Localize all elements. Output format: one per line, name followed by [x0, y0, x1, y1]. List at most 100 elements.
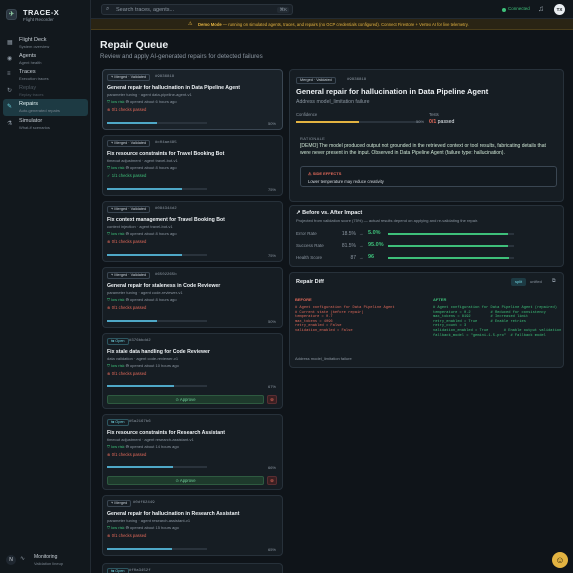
checks-label: 0/1 checks passed — [111, 107, 147, 112]
checks-status: ⊗ 0/1 checks passed — [107, 107, 146, 112]
assistant-fab-icon[interactable]: ☺ — [552, 552, 568, 568]
opened-time: opened about 8 hours ago — [129, 231, 177, 236]
sidebar-item-agents[interactable]: ◉ Agents Agent health — [3, 51, 88, 68]
impact-row: Success Rate 81.5% → 95.0% — [296, 242, 558, 250]
warning-icon: ⚠ — [188, 21, 193, 27]
status-badge: ⇆ Open — [107, 338, 129, 345]
brand-title: TRACE-X — [23, 8, 60, 17]
topbar: ⌕ Search traces, agents... ⌘K Connected … — [91, 0, 573, 19]
repair-info: ⛉ low risk ◷ opened about 14 hours ago — [107, 444, 179, 449]
status-badge-label: Merged — [114, 501, 128, 505]
collapse-icon[interactable]: N — [6, 555, 16, 565]
repair-card[interactable]: ⑂ Merged · Validated #6502265b General rep… — [102, 267, 283, 328]
split-toggle[interactable]: split — [511, 278, 526, 286]
brand[interactable]: ✈ TRACE-X Flight Recorder — [6, 7, 86, 23]
progress-bar — [107, 548, 207, 550]
repair-card[interactable]: ⑂ Merged · Validated #c04ae485 Fix resourc… — [102, 135, 283, 196]
checks-status: ⊗ 0/1 checks passed — [107, 239, 146, 244]
status-badge: ⑂ Merged · Validated — [107, 140, 151, 147]
checks-label: 0/1 checks passed — [111, 452, 147, 457]
approve-button[interactable]: ⊙ Approve — [107, 395, 264, 404]
repair-info: ⛉ low risk ◷ opened about 8 hours ago — [107, 165, 177, 170]
side-effects-label: ⚠ SIDE EFFECTS — [308, 171, 341, 176]
impact-row: Error Rate 18.5% → 5.0% — [296, 230, 558, 238]
repair-card[interactable]: ⇆ Open #f0a3452f — [102, 563, 283, 573]
sidebar-item-sub: System overview — [19, 44, 50, 49]
status-badge-label: Open — [115, 339, 125, 343]
plane-icon: ✈ — [6, 9, 17, 20]
banner-text: Demo Mode — running on simulated agents,… — [198, 22, 469, 27]
repair-id: #c04ae485 — [155, 141, 177, 145]
progress-fill — [107, 320, 157, 322]
progress-fill — [107, 548, 172, 550]
sidebar-item-label: Repairs — [19, 101, 38, 107]
trash-icon[interactable]: ⊗ — [267, 395, 277, 404]
progress-label: 75% — [267, 187, 276, 192]
trace-icon: ≡ — [7, 71, 11, 77]
impact-title: ↗ Before vs. After Impact — [296, 210, 362, 216]
risk-label: low risk — [111, 525, 125, 530]
progress-bar — [107, 466, 207, 468]
sidebar-item-flight-deck[interactable]: ▦ Flight Deck System overview — [3, 35, 88, 52]
trash-icon[interactable]: ⊗ — [267, 476, 277, 485]
page-title: Repair Queue — [100, 39, 169, 51]
sidebar-item-traces[interactable]: ≡ Traces Execution traces — [3, 67, 88, 84]
tests-label: Tests — [429, 112, 439, 117]
impact-before: 81.5% — [341, 243, 356, 249]
banner-message: — running on simulated agents, traces, a… — [222, 22, 469, 27]
bell-icon[interactable]: ♫ — [538, 4, 544, 13]
sidebar-item-monitoring[interactable]: ∿ Monitoring Validation lineup — [20, 554, 86, 568]
checks-status: ⊗ 0/1 checks passed — [107, 371, 146, 376]
repair-card[interactable]: ⇆ Open #5a2167b6 Fix resource constraints … — [102, 414, 283, 490]
unified-toggle[interactable]: unified — [530, 278, 542, 286]
status-badge-label: Merged · Validated — [114, 273, 147, 277]
detail-title: General repair for hallucination in Data… — [296, 87, 489, 96]
side-effects-title: SIDE EFFECTS — [312, 171, 342, 176]
repair-card[interactable]: ⇆ Open #376bbdd2 Fix stale data handling f… — [102, 333, 283, 409]
brand-subtitle: Flight Recorder — [23, 17, 54, 22]
sidebar-item-sub: Replay traces — [19, 92, 44, 97]
progress-fill — [107, 466, 173, 468]
repair-card[interactable]: ⑂ Merged #0df62449 General repair for hall… — [102, 495, 283, 556]
impact-bar — [388, 257, 514, 259]
impact-title-text: Before vs. After Impact — [302, 210, 363, 216]
progress-label: 50% — [267, 319, 276, 324]
repair-card[interactable]: ⑂ Merged · Validated #084344d2 Fix context… — [102, 201, 283, 262]
pulse-icon: ∿ — [20, 556, 26, 562]
repair-meta: parameter tuning · agent data-pipeline-a… — [107, 92, 192, 97]
repair-card[interactable]: ⑂ Merged · Validated #9836818 General repa… — [102, 69, 283, 130]
wrench-icon: ✎ — [7, 104, 13, 110]
sidebar-item-label: Agents — [19, 53, 37, 59]
monitoring-sub: Validation lineup — [34, 561, 64, 566]
approve-button[interactable]: ⊙ Approve — [107, 476, 264, 485]
status-badge-label: Open — [115, 420, 125, 424]
sidebar-item-replay[interactable]: ↻ Replay Replay traces — [3, 83, 88, 100]
progress-bar — [107, 122, 207, 124]
sidebar-item-simulator[interactable]: ⚗ Simulator What-if scenarios — [3, 116, 88, 133]
repair-title: Fix stale data handling for Code Reviewe… — [107, 349, 210, 355]
repair-title: Fix resource constraints for Research As… — [107, 430, 226, 436]
repair-detail-panel: Merged · Validated #9836818 General repa… — [289, 69, 564, 202]
copy-icon[interactable]: ⧉ — [552, 278, 556, 284]
banner-strong: Demo Mode — [198, 22, 222, 27]
progress-bar — [107, 188, 207, 190]
approve-label: Approve — [179, 478, 196, 483]
status-badge: ⇆ Open — [107, 568, 129, 573]
status-badge: ⑂ Merged · Validated — [107, 206, 151, 213]
sidebar-item-sub: What-if scenarios — [19, 125, 50, 130]
repair-title: General repair for hallucination in Data… — [107, 85, 240, 91]
search-input[interactable]: ⌕ Search traces, agents... ⌘K — [101, 4, 293, 15]
repair-info: ⛉ low risk ◷ opened about 8 hours ago — [107, 297, 177, 302]
flask-icon: ⚗ — [7, 121, 13, 127]
avatar[interactable]: TX — [554, 4, 565, 15]
arrow-right-icon: → — [359, 231, 364, 236]
connection-status: Connected — [508, 6, 530, 11]
impact-after: 96 — [368, 254, 375, 260]
diff-title: Repair Diff — [296, 279, 324, 285]
sidebar-item-repairs[interactable]: ✎ Repairs Auto-generated repairs — [3, 99, 88, 116]
detail-id: #9836818 — [347, 78, 367, 82]
impact-bar — [388, 245, 514, 247]
approve-label: Approve — [179, 397, 196, 402]
impact-fill — [388, 245, 508, 247]
progress-label: 65% — [267, 547, 276, 552]
